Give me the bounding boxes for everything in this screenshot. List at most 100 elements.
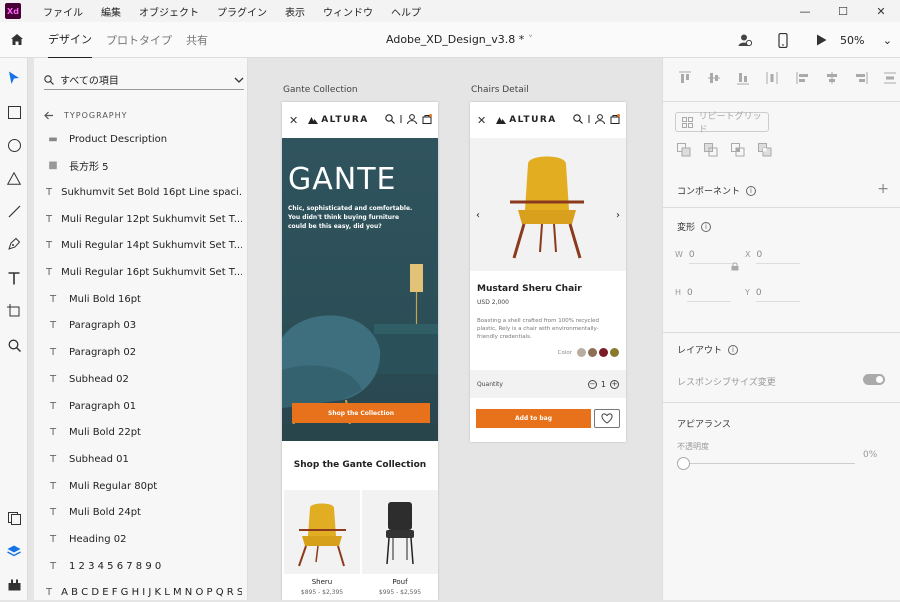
menu-view[interactable]: 表示 bbox=[285, 4, 305, 19]
x-value[interactable]: 0 bbox=[756, 250, 801, 264]
document-title[interactable]: Adobe_XD_Design_v3.8 * ˅ bbox=[386, 33, 533, 46]
tab-share[interactable]: 共有 bbox=[186, 22, 208, 58]
layer-item[interactable]: T 1 2 3 4 5 6 7 8 9 0 bbox=[46, 557, 242, 575]
minus-icon[interactable]: − bbox=[587, 379, 597, 389]
boolean-exclude-icon[interactable] bbox=[758, 143, 772, 157]
close-icon[interactable]: ✕ bbox=[289, 114, 298, 127]
menu-file[interactable]: ファイル bbox=[43, 4, 83, 19]
maximize-button[interactable]: ☐ bbox=[824, 0, 862, 22]
layer-item[interactable]: T Sukhumvit Set Bold 16pt Line spaci... bbox=[46, 183, 242, 201]
play-preview-button[interactable] bbox=[802, 22, 840, 58]
layer-item[interactable]: T Paragraph 02 bbox=[46, 344, 242, 362]
artboard-tool[interactable] bbox=[5, 302, 23, 320]
home-icon[interactable] bbox=[0, 22, 34, 58]
boolean-subtract-icon[interactable] bbox=[704, 143, 718, 157]
tab-design[interactable]: デザイン bbox=[48, 21, 92, 59]
minimize-button[interactable]: — bbox=[786, 0, 824, 22]
artboard-label-detail[interactable]: Chairs Detail bbox=[471, 85, 529, 95]
lock-icon[interactable] bbox=[731, 262, 739, 271]
layer-filter-select[interactable]: すべての項目 bbox=[44, 70, 244, 90]
close-icon[interactable]: ✕ bbox=[477, 114, 486, 127]
layer-item[interactable]: ▬ Product Description bbox=[46, 130, 242, 148]
menu-edit[interactable]: 編集 bbox=[101, 4, 121, 19]
menu-help[interactable]: ヘルプ bbox=[391, 4, 421, 19]
boolean-intersect-icon[interactable] bbox=[731, 143, 745, 157]
color-swatch[interactable] bbox=[610, 348, 619, 357]
y-position-field[interactable]: Y0 bbox=[745, 288, 800, 302]
close-window-button[interactable]: ✕ bbox=[862, 0, 900, 22]
select-tool[interactable] bbox=[5, 69, 23, 87]
boolean-add-icon[interactable] bbox=[677, 143, 691, 157]
layer-item[interactable]: T Subhead 01 bbox=[46, 450, 242, 468]
repeat-grid-button[interactable]: リピートグリッド bbox=[675, 112, 769, 135]
rectangle-tool[interactable] bbox=[5, 103, 23, 121]
layer-item[interactable]: T Paragraph 03 bbox=[46, 317, 242, 335]
layer-item[interactable]: T Muli Regular 16pt Sukhumvit Set T... bbox=[46, 264, 242, 282]
opacity-value[interactable]: 0% bbox=[863, 450, 877, 460]
layer-item[interactable]: T Muli Bold 24pt bbox=[46, 504, 242, 522]
product-card-sheru[interactable] bbox=[284, 490, 360, 574]
align-left-icon[interactable] bbox=[795, 70, 811, 86]
opacity-slider-track[interactable] bbox=[679, 463, 855, 464]
text-tool[interactable] bbox=[5, 269, 23, 287]
design-canvas[interactable]: Gante Collection ✕ ALTURA GANTE Chic, so… bbox=[248, 58, 662, 600]
width-value[interactable]: 0 bbox=[688, 250, 733, 264]
align-top-icon[interactable] bbox=[677, 70, 693, 86]
layer-item[interactable]: T A B C D E F G H I J K L M N O P Q R S..… bbox=[46, 584, 242, 602]
zoom-tool[interactable] bbox=[5, 336, 23, 354]
responsive-resize-toggle[interactable] bbox=[863, 374, 885, 385]
zoom-select[interactable]: 50% ⌄ bbox=[840, 34, 900, 47]
layer-item[interactable]: T Muli Bold 22pt bbox=[46, 424, 242, 442]
plugins-panel-button[interactable] bbox=[5, 576, 23, 594]
layer-item[interactable]: T Muli Bold 16pt bbox=[46, 290, 242, 308]
opacity-slider-handle[interactable] bbox=[677, 457, 690, 470]
add-component-button[interactable]: + bbox=[877, 181, 889, 197]
polygon-tool[interactable] bbox=[5, 169, 23, 187]
info-icon[interactable]: i bbox=[728, 344, 739, 355]
info-icon[interactable]: i bbox=[701, 221, 712, 232]
align-right-icon[interactable] bbox=[853, 70, 869, 86]
plus-icon[interactable]: + bbox=[610, 379, 619, 389]
menu-plugins[interactable]: プラグイン bbox=[217, 4, 267, 19]
product-card-pouf[interactable] bbox=[362, 490, 438, 574]
ellipse-tool[interactable] bbox=[5, 136, 23, 154]
layer-item[interactable]: T Muli Regular 80pt bbox=[46, 477, 242, 495]
invite-user-button[interactable] bbox=[726, 22, 764, 58]
pen-tool[interactable] bbox=[5, 235, 23, 253]
layer-item[interactable]: ■ 長方形 5 bbox=[46, 157, 242, 175]
chevron-left-icon[interactable]: ‹ bbox=[476, 210, 480, 221]
color-swatch[interactable] bbox=[577, 348, 586, 357]
menu-object[interactable]: オブジェクト bbox=[139, 4, 199, 19]
align-middle-icon[interactable] bbox=[706, 70, 722, 86]
width-field[interactable]: W0 bbox=[675, 250, 733, 264]
layer-item[interactable]: T Heading 02 bbox=[46, 531, 242, 549]
tab-prototype[interactable]: プロトタイプ bbox=[106, 22, 172, 58]
assets-panel-button[interactable] bbox=[5, 509, 23, 527]
color-swatch[interactable] bbox=[599, 348, 608, 357]
align-bottom-icon[interactable] bbox=[735, 70, 751, 86]
layers-panel-button[interactable] bbox=[5, 542, 23, 560]
layer-item[interactable]: T Paragraph 01 bbox=[46, 397, 242, 415]
line-tool[interactable] bbox=[5, 202, 23, 220]
wishlist-button[interactable] bbox=[594, 409, 620, 428]
artboard-label-collection[interactable]: Gante Collection bbox=[283, 85, 358, 95]
layer-item[interactable]: T Subhead 02 bbox=[46, 370, 242, 388]
shop-collection-button[interactable]: Shop the Collection bbox=[292, 403, 430, 423]
add-to-bag-button[interactable]: Add to bag bbox=[476, 409, 591, 428]
device-preview-button[interactable] bbox=[764, 22, 802, 58]
layer-breadcrumb[interactable]: TYPOGRAPHY bbox=[44, 111, 128, 120]
distribute-horizontal-icon[interactable] bbox=[882, 70, 898, 86]
menu-window[interactable]: ウィンドウ bbox=[323, 4, 373, 19]
artboard-gante-collection[interactable]: ✕ ALTURA GANTE Chic, sophisticated and c… bbox=[282, 102, 438, 600]
height-value[interactable]: 0 bbox=[687, 288, 732, 302]
layer-item[interactable]: T Muli Regular 12pt Sukhumvit Set T... bbox=[46, 210, 242, 228]
chevron-right-icon[interactable]: › bbox=[616, 210, 620, 221]
y-value[interactable]: 0 bbox=[755, 288, 800, 302]
height-field[interactable]: H0 bbox=[675, 288, 732, 302]
distribute-vertical-icon[interactable] bbox=[764, 70, 780, 86]
info-icon[interactable]: i bbox=[746, 185, 757, 196]
layer-item[interactable]: T Muli Regular 14pt Sukhumvit Set T... bbox=[46, 237, 242, 255]
artboard-chairs-detail[interactable]: ✕ ALTURA ‹ › Mustard Sheru Chair USD 2,0… bbox=[470, 102, 626, 442]
color-swatch[interactable] bbox=[588, 348, 597, 357]
align-center-icon[interactable] bbox=[824, 70, 840, 86]
